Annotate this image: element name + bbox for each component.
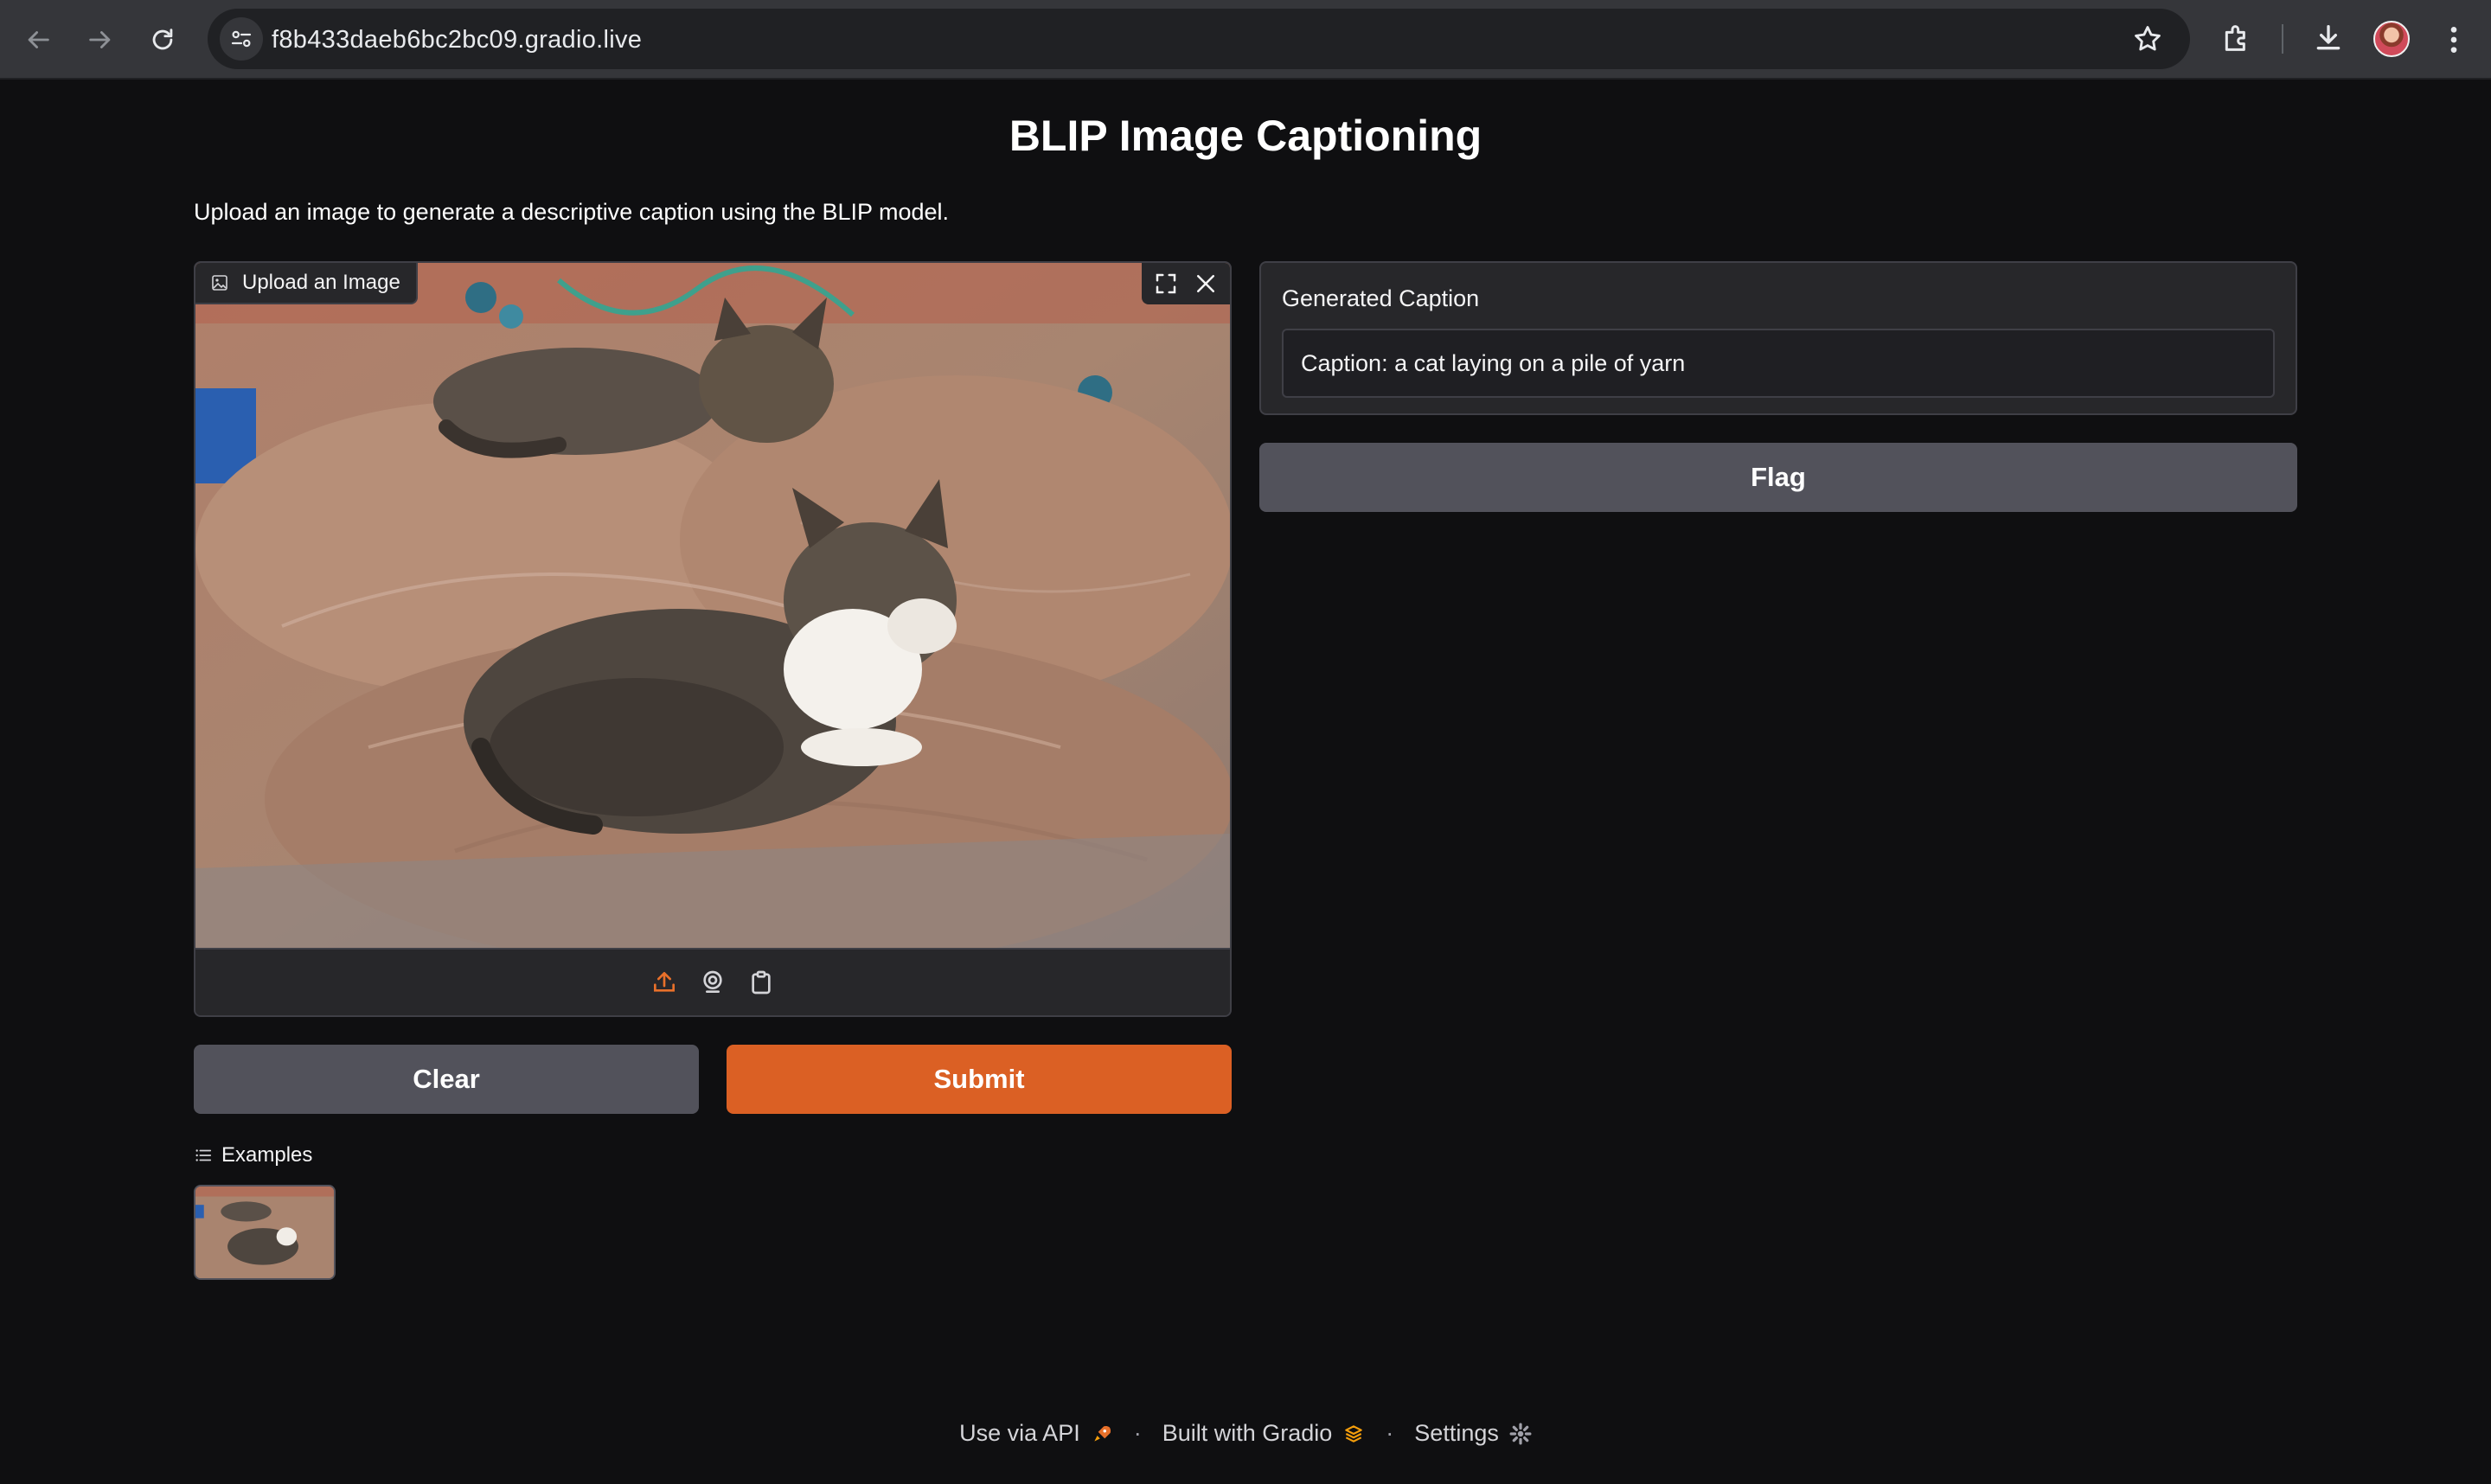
forward-button[interactable] — [80, 19, 121, 61]
footer: Use via API · Built with Gradio · Settin… — [0, 1420, 2491, 1447]
fullscreen-button[interactable] — [1149, 266, 1183, 301]
flag-button[interactable]: Flag — [1259, 443, 2297, 512]
browser-toolbar: f8b433daeb6bc2bc09.gradio.live — [0, 0, 2491, 80]
example-image-thumbnail[interactable] — [194, 1185, 336, 1280]
examples-label: Examples — [194, 1143, 312, 1167]
caption-output-label: Generated Caption — [1282, 285, 1480, 311]
submit-button[interactable]: Submit — [727, 1045, 1232, 1114]
footer-separator: · — [1386, 1420, 1394, 1446]
avatar[interactable] — [2373, 21, 2410, 57]
back-button[interactable] — [17, 19, 59, 61]
reload-icon — [152, 29, 173, 50]
use-via-api-link[interactable]: Use via API — [959, 1420, 1113, 1447]
built-with-gradio-link[interactable]: Built with Gradio — [1162, 1420, 1366, 1447]
settings-link[interactable]: Settings — [1414, 1420, 1532, 1447]
extensions-icon[interactable] — [2219, 21, 2254, 55]
settings-text: Settings — [1414, 1420, 1499, 1446]
gradio-logo-icon — [1345, 1424, 1363, 1442]
page-title: BLIP Image Captioning — [1009, 112, 1482, 160]
upload-icon — [654, 972, 675, 992]
webcam-source-button[interactable] — [697, 967, 728, 998]
reload-button[interactable] — [142, 19, 183, 61]
forward-arrow-icon — [89, 31, 111, 48]
image-icon — [212, 275, 227, 291]
image-corner-controls — [1142, 263, 1230, 304]
upload-source-button[interactable] — [649, 967, 680, 998]
caption-output-field[interactable]: Caption: a cat laying on a pile of yarn — [1282, 329, 2275, 398]
built-with-gradio-text: Built with Gradio — [1162, 1420, 1333, 1446]
clear-image-button[interactable] — [1188, 266, 1223, 301]
image-input-label-text: Upload an Image — [242, 271, 400, 294]
gear-icon — [1509, 1423, 1532, 1444]
fullscreen-icon — [1156, 273, 1176, 294]
star-icon[interactable] — [2131, 22, 2164, 55]
site-info-icon — [231, 30, 252, 48]
image-upload-panel[interactable]: Upload an Image — [194, 261, 1232, 1017]
site-info-button[interactable] — [220, 17, 263, 61]
image-source-bar — [195, 948, 1230, 1015]
rocket-icon — [1094, 1425, 1111, 1442]
more-options-icon[interactable] — [2441, 22, 2467, 57]
download-icon[interactable] — [2311, 21, 2346, 55]
toolbar-divider — [2282, 24, 2283, 54]
clear-button[interactable]: Clear — [194, 1045, 699, 1114]
list-icon — [195, 1149, 212, 1161]
caption-output-panel: Generated Caption Caption: a cat laying … — [1259, 261, 2297, 415]
page-description: Upload an image to generate a descriptiv… — [194, 199, 950, 225]
clipboard-source-button[interactable] — [746, 967, 777, 998]
use-via-api-text: Use via API — [959, 1420, 1080, 1446]
address-bar[interactable]: f8b433daeb6bc2bc09.gradio.live — [208, 9, 2190, 69]
examples-label-text: Examples — [221, 1143, 313, 1167]
back-arrow-icon — [28, 31, 49, 48]
webcam-icon — [703, 970, 722, 993]
close-icon — [1197, 275, 1214, 292]
image-input-label: Upload an Image — [195, 263, 418, 304]
footer-separator: · — [1133, 1420, 1142, 1446]
uploaded-image[interactable] — [195, 263, 1230, 948]
clipboard-icon — [752, 970, 771, 995]
url-text[interactable]: f8b433daeb6bc2bc09.gradio.live — [272, 26, 642, 54]
